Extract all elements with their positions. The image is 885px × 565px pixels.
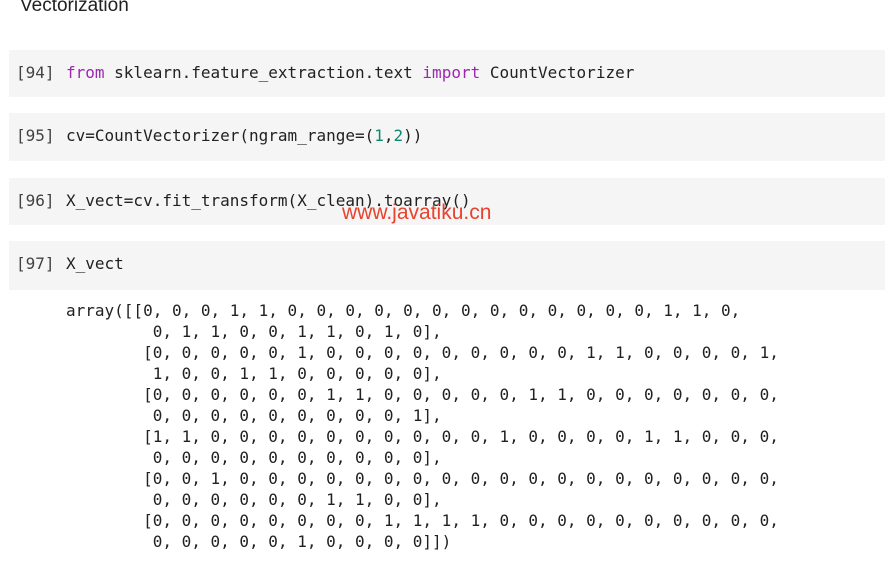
code-cell-97[interactable]: [97] X_vect <box>9 241 885 290</box>
code-line[interactable]: X_vect <box>66 254 124 274</box>
output-line: 0, 0, 0, 0, 0, 0, 0, 0, 0, 0], <box>66 448 442 467</box>
output-line: 0, 0, 0, 0, 0, 0, 0, 0, 0, 1], <box>66 406 442 425</box>
imported-name: CountVectorizer <box>480 63 635 82</box>
code-segment: )) <box>403 126 423 145</box>
keyword-from: from <box>66 63 105 82</box>
code-segment: , <box>383 126 394 145</box>
output-line: 0, 0, 0, 0, 0, 1, 0, 0, 0, 0]]) <box>66 532 452 551</box>
code-cell-94[interactable]: [94] from sklearn.feature_extraction.tex… <box>9 50 885 97</box>
output-line: [1, 1, 0, 0, 0, 0, 0, 0, 0, 0, 0, 0, 1, … <box>66 427 779 446</box>
output-line: [0, 0, 1, 0, 0, 0, 0, 0, 0, 0, 0, 0, 0, … <box>66 469 779 488</box>
code-line[interactable]: cv=CountVectorizer(ngram_range=(1,2)) <box>66 126 422 146</box>
output-line: array([[0, 0, 0, 1, 1, 0, 0, 0, 0, 0, 0,… <box>66 301 741 320</box>
output-line: 0, 1, 1, 0, 0, 1, 1, 0, 1, 0], <box>66 322 442 341</box>
output-line: [0, 0, 0, 0, 0, 0, 0, 0, 1, 1, 1, 1, 0, … <box>66 511 779 530</box>
cell-prompt: [96] <box>16 191 55 210</box>
output-line: 1, 0, 0, 1, 1, 0, 0, 0, 0, 0], <box>66 364 442 383</box>
module-path: sklearn.feature_extraction.text <box>104 63 423 82</box>
output-line: [0, 0, 0, 0, 0, 0, 1, 1, 0, 0, 0, 0, 0, … <box>66 385 779 404</box>
output-line: 0, 0, 0, 0, 0, 0, 1, 1, 0, 0], <box>66 490 442 509</box>
output-line: [0, 0, 0, 0, 0, 1, 0, 0, 0, 0, 0, 0, 0, … <box>66 343 779 362</box>
code-cell-95[interactable]: [95] cv=CountVectorizer(ngram_range=(1,2… <box>9 113 885 161</box>
cell-prompt: [95] <box>16 126 55 145</box>
cell-prompt: [94] <box>16 63 55 82</box>
watermark: www.javatiku.cn <box>342 201 492 224</box>
number-literal: 2 <box>393 126 404 145</box>
code-segment: cv=CountVectorizer(ngram_range=( <box>66 126 375 145</box>
keyword-import: import <box>422 63 481 82</box>
cell-prompt: [97] <box>16 254 55 273</box>
section-heading: Vectorization <box>20 0 129 16</box>
cell-output: array([[0, 0, 0, 1, 1, 0, 0, 0, 0, 0, 0,… <box>66 300 779 552</box>
number-literal: 1 <box>374 126 384 145</box>
code-line[interactable]: from sklearn.feature_extraction.text imp… <box>66 63 634 83</box>
